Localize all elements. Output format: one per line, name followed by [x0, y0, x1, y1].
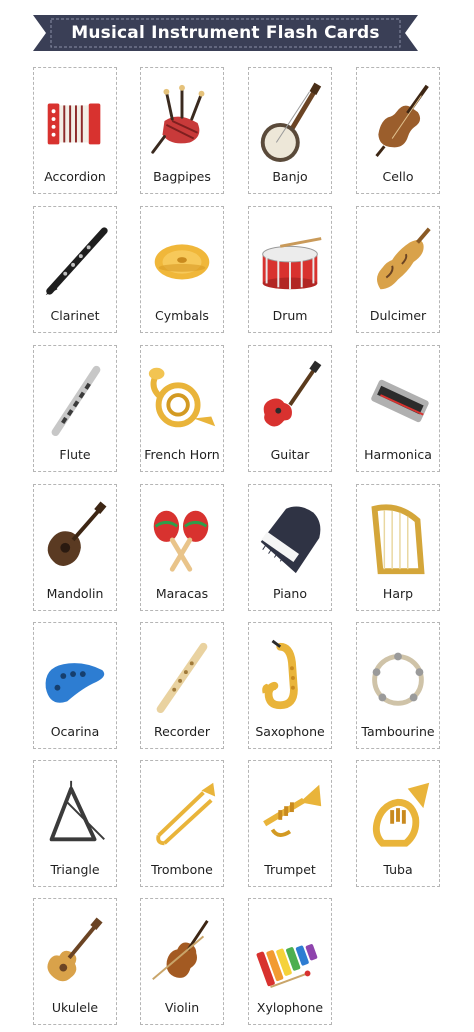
ukulele-icon — [47, 917, 103, 982]
card-label: Flute — [59, 447, 91, 462]
flash-card: Trombone — [140, 760, 224, 887]
mandolin-icon — [47, 501, 107, 566]
ocarina-icon — [45, 663, 105, 703]
card-label: Ukulele — [51, 1000, 99, 1015]
flash-card: Tuba — [356, 760, 440, 887]
card-label: Ocarina — [50, 724, 100, 739]
flash-card: Guitar — [248, 345, 332, 472]
trombone-icon — [156, 782, 216, 846]
card-label: Mandolin — [46, 586, 104, 601]
maracas-icon — [153, 510, 209, 572]
card-label: Dulcimer — [369, 308, 427, 323]
card-label: Piano — [273, 586, 307, 601]
flash-card: Triangle — [33, 760, 117, 887]
flash-card: Maracas — [140, 484, 224, 611]
flash-card: Drum — [248, 206, 332, 333]
flash-card: Cymbals — [140, 206, 224, 333]
flash-card: Flute — [33, 345, 117, 472]
flash-card: Ukulele — [33, 898, 117, 1025]
flash-card: Ocarina — [33, 622, 117, 749]
flash-card: Banjo — [248, 67, 332, 194]
flash-card: Mandolin — [33, 484, 117, 611]
flash-card: Bagpipes — [140, 67, 224, 194]
card-label: Saxophone — [255, 724, 325, 739]
card-label: Tuba — [383, 862, 413, 877]
card-label: Clarinet — [50, 308, 100, 323]
card-label: French Horn — [144, 447, 220, 462]
harmonica-icon — [371, 379, 429, 423]
violin-icon — [152, 919, 209, 981]
card-label: Maracas — [155, 586, 209, 601]
flash-card: Violin — [140, 898, 224, 1025]
cymbals-icon — [154, 244, 210, 280]
card-label: Cello — [382, 169, 414, 184]
flash-card: Trumpet — [248, 760, 332, 887]
card-label: Guitar — [270, 447, 310, 462]
flash-card: Tambourine — [356, 622, 440, 749]
drum-icon — [262, 237, 322, 290]
flash-card: Harp — [356, 484, 440, 611]
card-label: Trumpet — [264, 862, 316, 877]
guitar-icon — [263, 360, 322, 427]
flash-card: Harmonica — [356, 345, 440, 472]
tambourine-icon — [372, 652, 424, 706]
flash-card: Saxophone — [248, 622, 332, 749]
recorder-icon — [156, 642, 208, 714]
page-title: Musical Instrument Flash Cards — [71, 23, 380, 43]
xylophone-icon — [256, 944, 318, 989]
card-label: Accordion — [44, 169, 106, 184]
flash-card: Accordion — [33, 67, 117, 194]
flash-card: Clarinet — [33, 206, 117, 333]
accordion-icon — [47, 103, 101, 145]
flash-card: Cello — [356, 67, 440, 194]
flash-card: Piano — [248, 484, 332, 611]
bagpipes-icon — [151, 84, 205, 154]
card-label: Harp — [382, 586, 414, 601]
flute-icon — [51, 365, 101, 437]
flash-card: Xylophone — [248, 898, 332, 1025]
banjo-icon — [260, 82, 322, 162]
card-label: Recorder — [153, 724, 211, 739]
trumpet-icon — [263, 784, 322, 837]
title-banner: Musical Instrument Flash Cards — [33, 11, 418, 55]
card-label: Triangle — [50, 862, 100, 877]
flash-card: Recorder — [140, 622, 224, 749]
tuba-icon — [372, 782, 430, 847]
card-label: Banjo — [272, 169, 308, 184]
flash-card: French Horn — [140, 345, 224, 472]
clarinet-icon — [45, 227, 108, 296]
saxophone-icon — [262, 639, 298, 710]
card-label: Tambourine — [361, 724, 435, 739]
card-label: Bagpipes — [153, 169, 211, 184]
triangle-icon — [49, 780, 105, 842]
card-label: Harmonica — [364, 447, 432, 462]
dulcimer-icon — [376, 227, 431, 290]
harp-icon — [371, 504, 425, 575]
flash-card: Dulcimer — [356, 206, 440, 333]
french-horn-icon — [148, 367, 216, 428]
card-label: Drum — [272, 308, 308, 323]
piano-icon — [260, 506, 321, 574]
card-label: Xylophone — [256, 1000, 324, 1015]
cello-icon — [375, 84, 429, 158]
card-label: Violin — [164, 1000, 200, 1015]
card-label: Trombone — [151, 862, 213, 877]
card-label: Cymbals — [155, 308, 209, 323]
